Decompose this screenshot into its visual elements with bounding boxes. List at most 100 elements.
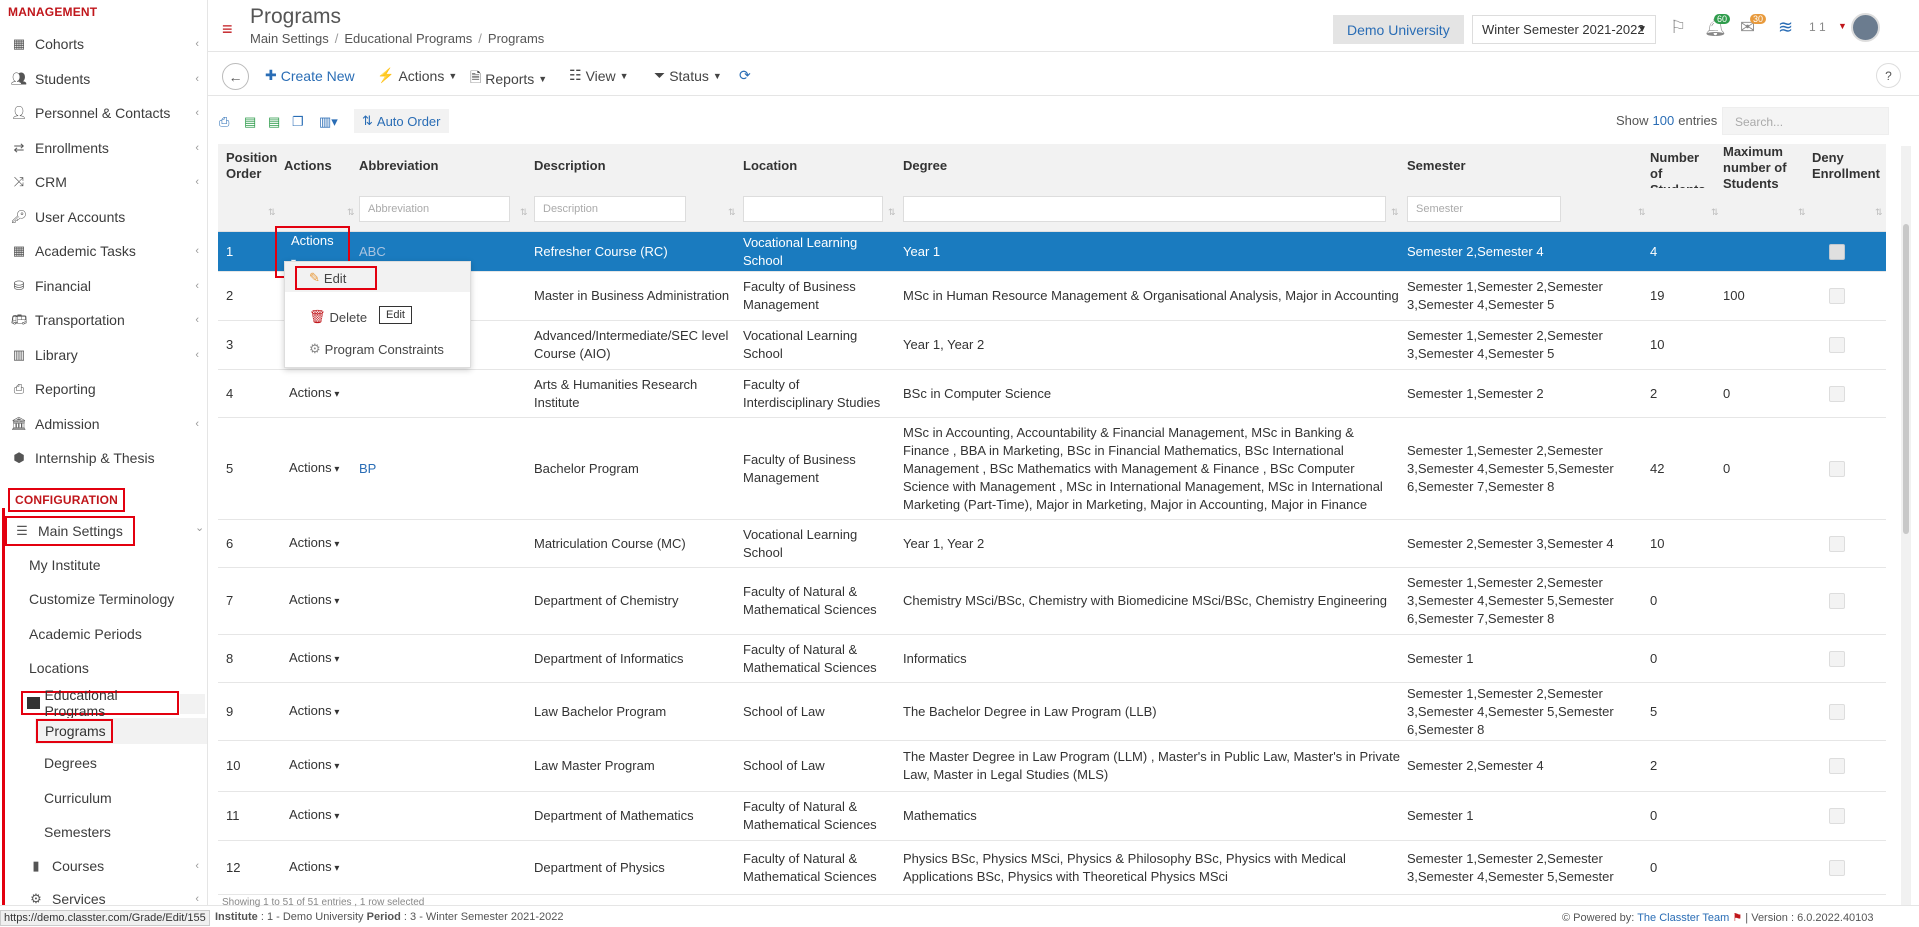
sort-icon[interactable]: ⇅: [268, 207, 276, 218]
auto-order-button[interactable]: ⇅ Auto Order: [354, 109, 449, 133]
table-row[interactable]: 11 Actions ▾ Department of Mathematics Facu…: [218, 792, 1886, 841]
col-description[interactable]: Description: [534, 158, 606, 173]
sort-icon[interactable]: ⇅: [1638, 207, 1646, 218]
sidebar-item-reporting[interactable]: ⎙ Reporting: [0, 375, 207, 403]
deny-enrollment-checkbox[interactable]: [1829, 593, 1845, 609]
edit-menu-item[interactable]: ✎ Edit: [295, 266, 377, 290]
table-row[interactable]: 10 Actions ▾ Law Master Program School of L…: [218, 741, 1886, 792]
view-menu-button[interactable]: ☷ View ▼: [569, 67, 629, 84]
sidebar-item-courses[interactable]: ▮ Courses ‹: [0, 852, 207, 880]
sidebar-item-semesters[interactable]: Semesters: [44, 824, 111, 840]
flag-icon[interactable]: ⚐: [1670, 17, 1686, 38]
table-row[interactable]: 9 Actions ▾ Law Bachelor Program School of …: [218, 683, 1886, 741]
cell-text[interactable]: ABC: [359, 243, 386, 261]
deny-enrollment-checkbox[interactable]: [1829, 703, 1845, 720]
help-button[interactable]: ?: [1876, 63, 1901, 88]
deny-enrollment-checkbox[interactable]: [1829, 808, 1845, 824]
sidebar-item-cohorts[interactable]: ▦ Cohorts ‹: [0, 30, 207, 58]
row-actions-button[interactable]: Actions ▾: [289, 702, 339, 722]
col-maximum-students[interactable]: Maximum number of Students: [1723, 144, 1789, 192]
description-filter-input[interactable]: Description: [534, 196, 686, 222]
deny-enrollment-checkbox[interactable]: [1829, 460, 1845, 477]
reports-menu-button[interactable]: 🗎 Reports ▼: [470, 67, 547, 91]
vertical-scrollbar[interactable]: [1901, 146, 1911, 906]
col-semester[interactable]: Semester: [1407, 158, 1466, 173]
row-actions-button[interactable]: Actions ▾: [289, 459, 339, 479]
sidebar-item-transportation[interactable]: 🚌︎ Transportation ‹: [0, 306, 207, 334]
sort-icon[interactable]: ⇅: [1875, 207, 1883, 218]
sidebar-item-crm[interactable]: ⤨ CRM ‹: [0, 168, 207, 196]
abbreviation-filter-input[interactable]: Abbreviation: [359, 196, 510, 222]
cell-text[interactable]: BP: [359, 460, 376, 478]
avatar[interactable]: [1851, 13, 1880, 42]
sidebar-item-programs[interactable]: Programs: [36, 719, 113, 743]
semester-select[interactable]: Winter Semester 2021-2022 ▼: [1472, 15, 1656, 44]
deny-enrollment-checkbox[interactable]: [1829, 758, 1845, 774]
col-degree[interactable]: Degree: [903, 158, 947, 173]
status-menu-button[interactable]: ⏷ Status ▼: [654, 67, 722, 84]
delete-menu-item[interactable]: 🗑︎ Delete: [285, 304, 470, 330]
back-button[interactable]: ←: [222, 63, 249, 90]
location-filter-input[interactable]: [743, 196, 883, 222]
excel-icon[interactable]: ▤: [244, 114, 256, 130]
sidebar-item-my-institute[interactable]: My Institute: [29, 557, 101, 573]
sort-icon[interactable]: ⇅: [728, 207, 736, 218]
sidebar-item-main-settings[interactable]: ☰ Main Settings: [5, 516, 135, 546]
sidebar-item-admission[interactable]: 🏛︎ Admission ‹: [0, 410, 207, 438]
deny-enrollment-checkbox[interactable]: [1829, 859, 1845, 876]
sidebar-item-educational-programs[interactable]: Educational Programs: [21, 687, 179, 719]
search-input[interactable]: Search...: [1722, 107, 1889, 135]
sort-icon[interactable]: ⇅: [520, 207, 528, 218]
sidebar-item-curriculum[interactable]: Curriculum: [44, 790, 112, 806]
row-actions-button[interactable]: Actions ▾: [289, 858, 339, 878]
sidebar-item-academic-tasks[interactable]: ▦ Academic Tasks ‹: [0, 237, 207, 265]
table-row[interactable]: 4 Actions ▾ Arts & Humanities Research Ins…: [218, 370, 1886, 418]
entries-selector[interactable]: Show 100 entries: [1616, 113, 1717, 128]
table-row[interactable]: 8 Actions ▾ Department of Informatics Facul…: [218, 635, 1886, 683]
layers-icon[interactable]: ≋: [1778, 17, 1793, 38]
program-constraints-menu-item[interactable]: ⚙ Program Constraints: [285, 336, 470, 362]
create-new-button[interactable]: ✚ Create New: [265, 67, 355, 84]
columns-icon[interactable]: ▥▾: [319, 114, 338, 130]
sidebar-item-students[interactable]: 👥︎ Students ‹: [0, 65, 207, 93]
deny-enrollment-checkbox[interactable]: [1829, 288, 1845, 304]
sidebar-item-financial[interactable]: ⛁ Financial ‹: [0, 272, 207, 300]
deny-enrollment-checkbox[interactable]: [1829, 385, 1845, 402]
deny-enrollment-checkbox[interactable]: [1829, 650, 1845, 667]
sort-icon[interactable]: ⇅: [888, 207, 896, 218]
row-actions-button[interactable]: Actions ▾: [289, 591, 339, 611]
user-short[interactable]: 1 1: [1809, 20, 1826, 34]
caret-down-icon[interactable]: ▼: [1838, 21, 1847, 31]
print-icon[interactable]: ⎙: [219, 114, 229, 130]
sort-icon[interactable]: ⇅: [1711, 207, 1719, 218]
copy-icon[interactable]: ❐: [292, 114, 304, 130]
sidebar-item-library[interactable]: ▥ Library ‹: [0, 341, 207, 369]
row-actions-button[interactable]: Actions ▾: [289, 649, 339, 669]
sidebar-item-internship-thesis[interactable]: ⬢ Internship & Thesis: [0, 444, 207, 472]
col-location[interactable]: Location: [743, 158, 797, 173]
actions-menu-button[interactable]: ⚡ Actions ▼: [377, 67, 457, 84]
csv-icon[interactable]: ▤: [268, 114, 280, 130]
sidebar-item-customize-terminology[interactable]: Customize Terminology: [29, 591, 174, 607]
col-deny-enrollment[interactable]: Deny Enrollment: [1812, 150, 1880, 182]
col-abbreviation[interactable]: Abbreviation: [359, 158, 438, 173]
sidebar-item-services[interactable]: ⚙ Services ‹: [0, 885, 207, 905]
sidebar-item-locations[interactable]: Locations: [29, 660, 89, 676]
deny-enrollment-checkbox[interactable]: [1829, 243, 1845, 260]
row-actions-button[interactable]: Actions ▾: [289, 534, 339, 554]
hamburger-menu-icon[interactable]: ≡: [222, 20, 233, 38]
row-actions-button[interactable]: Actions ▾: [289, 756, 339, 776]
breadcrumb-item[interactable]: Main Settings: [250, 31, 329, 46]
sort-icon[interactable]: ⇅: [1798, 207, 1806, 218]
refresh-button[interactable]: ⟳: [739, 67, 751, 84]
sidebar-item-personnel-contacts[interactable]: 👤︎ Personnel & Contacts ‹: [0, 99, 207, 127]
scrollbar-thumb[interactable]: [1903, 224, 1909, 534]
row-actions-button[interactable]: Actions ▾: [289, 806, 339, 826]
sidebar-item-academic-periods[interactable]: Academic Periods: [29, 626, 142, 642]
deny-enrollment-checkbox[interactable]: [1829, 535, 1845, 552]
university-button[interactable]: Demo University: [1333, 15, 1464, 44]
sidebar-item-enrollments[interactable]: ⇄ Enrollments ‹: [0, 134, 207, 162]
deny-enrollment-checkbox[interactable]: [1829, 337, 1845, 353]
classter-team-link[interactable]: The Classter Team: [1637, 912, 1729, 924]
sidebar-item-degrees[interactable]: Degrees: [44, 755, 97, 771]
